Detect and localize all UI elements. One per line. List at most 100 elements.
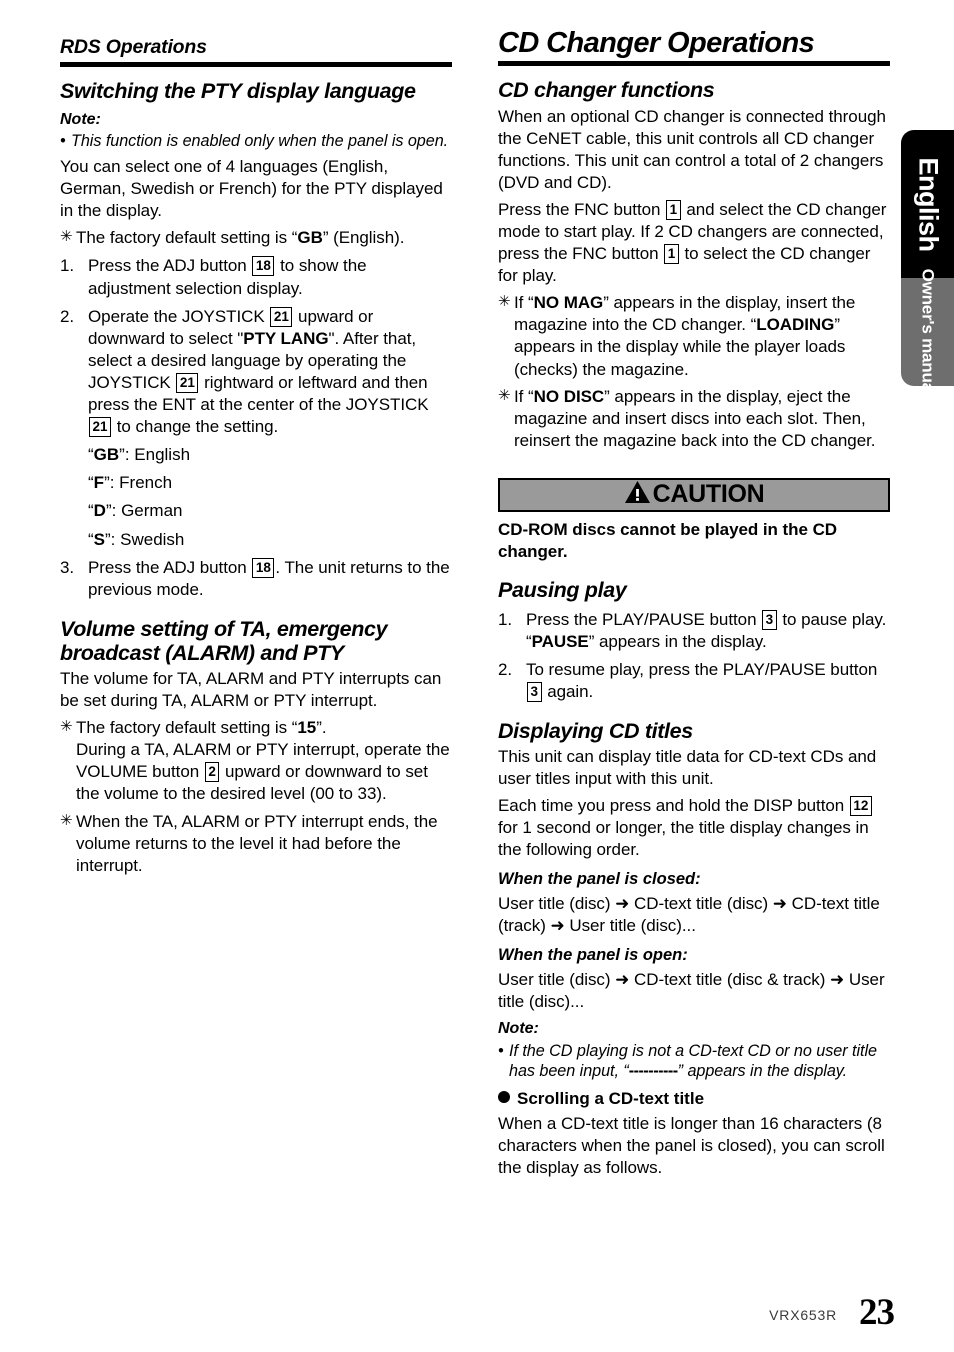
pty-step-1a: Press the ADJ button bbox=[88, 256, 247, 276]
pausing-step-1c: ” appears in the display. bbox=[588, 631, 767, 651]
page-footer: VRX653R 23 bbox=[769, 1291, 895, 1333]
warning-triangle-icon bbox=[624, 480, 651, 509]
volume-interrupt-end-star-item: ✳ When the TA, ALARM or PTY interrupt en… bbox=[60, 811, 452, 877]
filled-bullet-icon bbox=[498, 1091, 510, 1104]
section-heading-pausing-play: Pausing play bbox=[498, 578, 627, 603]
volume-default-continued: During a TA, ALARM or PTY interrupt, ope… bbox=[76, 739, 452, 805]
language-code-d: D bbox=[93, 501, 106, 521]
scrolling-head-label: Scrolling a CD-text title bbox=[517, 1089, 705, 1109]
button-ref-18[interactable]: 18 bbox=[252, 256, 275, 277]
pausing-step-2-text: To resume play, press the PLAY/PAUSE but… bbox=[526, 659, 890, 703]
pause-keyword: PAUSE bbox=[531, 631, 589, 651]
section-heading-displaying-cd-titles: Displaying CD titles bbox=[498, 718, 693, 743]
button-ref-1-b[interactable]: 1 bbox=[664, 244, 679, 265]
note-bullet-cd-titles: • If the CD playing is not a CD-text CD … bbox=[498, 1041, 890, 1082]
caution-label: CAUTION bbox=[652, 480, 765, 509]
step-number: 1. bbox=[60, 256, 75, 276]
pty-default-code: GB bbox=[297, 228, 323, 248]
asterisk-marker-icon: ✳ bbox=[60, 228, 73, 246]
note-label-pty: Note: bbox=[60, 110, 101, 128]
language-code-s: S bbox=[93, 529, 106, 549]
side-tab: English Owner's manual bbox=[901, 130, 954, 396]
volume-interrupt-end-text: When the TA, ALARM or PTY interrupt ends… bbox=[76, 811, 438, 875]
step-number: 3. bbox=[60, 557, 75, 577]
panel-open-flow: User title (disc) ➜ CD-text title (disc … bbox=[498, 970, 885, 1012]
no-mag-pre: If “ bbox=[514, 293, 534, 313]
note-label-cd-titles: Note: bbox=[498, 1020, 539, 1038]
button-ref-21-b[interactable]: 21 bbox=[176, 372, 199, 393]
volume-default-text: The factory default setting is “15”. Dur… bbox=[76, 717, 452, 805]
no-disc-pre: If “ bbox=[514, 386, 534, 406]
no-disc-star-item: ✳ If “NO DISC” appears in the display, e… bbox=[498, 386, 890, 452]
language-name-gb: English bbox=[134, 445, 191, 465]
manual-page: RDS Operations Switching the PTY display… bbox=[0, 0, 954, 1352]
no-mag-star-item: ✳ If “NO MAG” appears in the display, in… bbox=[498, 292, 890, 380]
pty-step-3a: Press the ADJ button bbox=[88, 557, 247, 577]
subhead-scrolling-cd-text-title: Scrolling a CD-text title bbox=[498, 1089, 890, 1109]
step-number: 1. bbox=[498, 609, 513, 629]
button-ref-2[interactable]: 2 bbox=[204, 762, 220, 783]
section-heading-volume-setting: Volume setting of TA, emergency broadcas… bbox=[60, 616, 388, 665]
language-option-gb: “GB”: English bbox=[88, 445, 191, 465]
no-disc-keyword: NO DISC bbox=[533, 386, 605, 406]
bullet-marker-icon: • bbox=[498, 1041, 504, 1060]
loading-keyword: LOADING bbox=[756, 315, 835, 335]
asterisk-marker-icon: ✳ bbox=[498, 293, 511, 311]
page-number: 23 bbox=[859, 1291, 895, 1333]
volume-default-star-item: ✳ The factory default setting is “15”. D… bbox=[60, 717, 452, 805]
left-column: RDS Operations Switching the PTY display… bbox=[60, 36, 452, 877]
side-tab-language-segment: English bbox=[901, 130, 954, 278]
section-heading-cd-changer-functions: CD changer functions bbox=[498, 78, 715, 103]
caution-body-text: CD-ROM discs cannot be played in the CD … bbox=[498, 519, 838, 561]
note-bullet-pty: • This function is enabled only when the… bbox=[60, 131, 452, 151]
cd-titles-paragraph-1: This unit can display title data for CD-… bbox=[498, 746, 877, 789]
pty-step-1: 1. Press the ADJ button 18 to show the a… bbox=[60, 255, 452, 299]
pty-default-pre: The factory default setting is “ bbox=[76, 228, 298, 248]
pausing-step-1a: Press the PLAY/PAUSE button bbox=[526, 609, 757, 629]
side-tab-manual-segment: Owner's manual bbox=[901, 268, 954, 396]
panel-closed-flow: User title (disc) ➜ CD-text title (disc)… bbox=[498, 894, 880, 936]
cd-titles-p2a: Each time you press and hold the DISP bu… bbox=[498, 796, 845, 816]
no-disc-text: If “NO DISC” appears in the display, eje… bbox=[514, 386, 890, 452]
section-heading-switching-pty-language: Switching the PTY display language bbox=[60, 79, 416, 104]
language-code-f: F bbox=[93, 473, 105, 493]
bullet-marker-icon: • bbox=[60, 131, 66, 150]
button-ref-12[interactable]: 12 bbox=[849, 796, 872, 817]
button-ref-21-c[interactable]: 21 bbox=[89, 417, 112, 438]
language-name-d: German bbox=[121, 501, 183, 521]
button-ref-3-a[interactable]: 3 bbox=[762, 609, 777, 630]
pty-default-text: The factory default setting is “GB” (Eng… bbox=[76, 227, 452, 249]
cd-titles-p2b: for 1 second or longer, the title displa… bbox=[498, 818, 869, 860]
asterisk-marker-icon: ✳ bbox=[60, 718, 73, 736]
no-mag-text: If “NO MAG” appears in the display, inse… bbox=[514, 292, 890, 380]
note-bullet-text: This function is enabled only when the p… bbox=[71, 131, 449, 150]
subhead-panel-open: When the panel is open: bbox=[498, 946, 688, 965]
button-ref-18-b[interactable]: 18 bbox=[252, 557, 275, 578]
note-dashes-display: ---------- bbox=[628, 1061, 678, 1080]
pty-default-post: ” (English). bbox=[322, 228, 405, 248]
volume-intro-paragraph: The volume for TA, ALARM and PTY interru… bbox=[60, 668, 442, 711]
language-name-s: Swedish bbox=[120, 529, 185, 549]
pausing-step-2b: again. bbox=[547, 681, 594, 701]
language-option-s: “S”: Swedish bbox=[88, 529, 185, 549]
volume-default-post: ”. bbox=[316, 718, 327, 738]
right-column: CD Changer Operations CD changer functio… bbox=[498, 28, 890, 1179]
header-rule-left bbox=[60, 62, 452, 68]
pty-step-3: 3. Press the ADJ button 18. The unit ret… bbox=[60, 557, 452, 601]
button-ref-3-b[interactable]: 3 bbox=[527, 681, 542, 702]
pausing-step-1: 1. Press the PLAY/PAUSE button 3 to paus… bbox=[498, 609, 890, 653]
pausing-step-2a: To resume play, press the PLAY/PAUSE but… bbox=[526, 659, 878, 679]
volume-default-pre: The factory default setting is “ bbox=[76, 718, 298, 738]
language-option-f: “F”: French bbox=[88, 473, 173, 493]
pty-step-2-text: Operate the JOYSTICK 21 upward or downwa… bbox=[88, 306, 452, 439]
pty-default-star-item: ✳ The factory default setting is “GB” (E… bbox=[60, 227, 452, 249]
pty-step-2a: Operate the JOYSTICK bbox=[88, 306, 265, 326]
pty-lang-keyword: PTY LANG bbox=[243, 328, 329, 348]
pausing-step-2: 2. To resume play, press the PLAY/PAUSE … bbox=[498, 659, 890, 703]
button-ref-21-a[interactable]: 21 bbox=[270, 306, 293, 327]
pausing-step-1-text: Press the PLAY/PAUSE button 3 to pause p… bbox=[526, 609, 890, 653]
side-tab-language-label: English bbox=[913, 156, 944, 252]
language-option-d: “D”: German bbox=[88, 501, 183, 521]
pty-step-2: 2. Operate the JOYSTICK 21 upward or dow… bbox=[60, 306, 452, 439]
button-ref-1-a[interactable]: 1 bbox=[666, 199, 681, 220]
